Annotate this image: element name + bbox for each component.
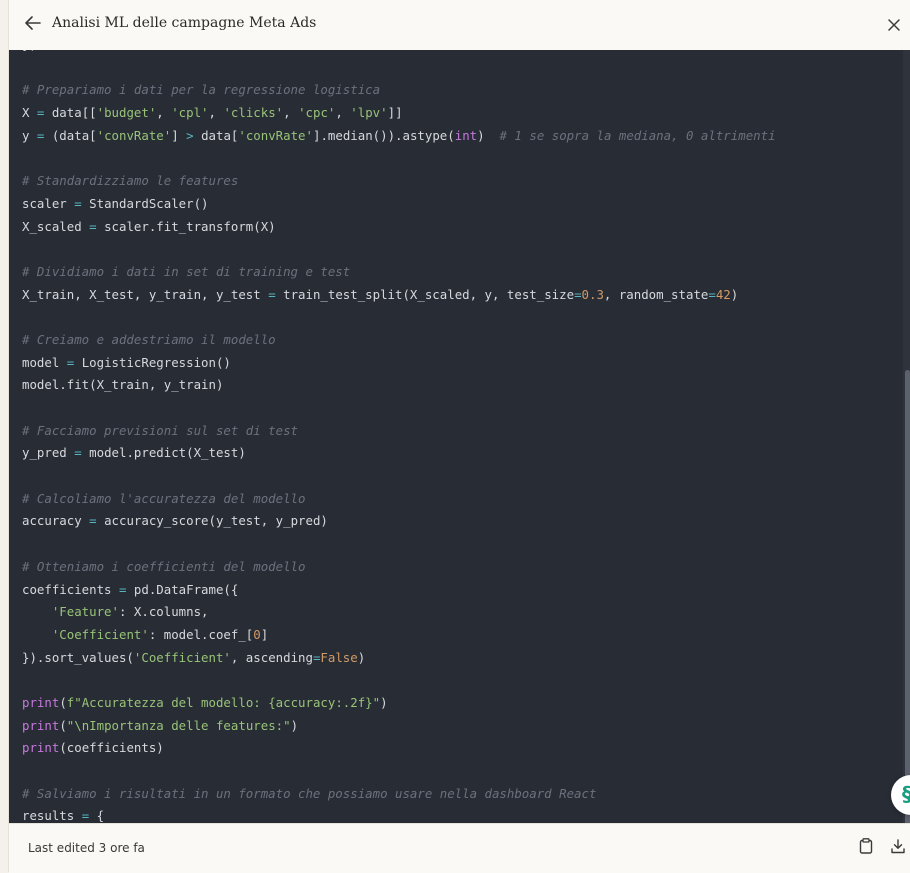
code-line: X_train, X_test, y_train, y_test = train… bbox=[22, 286, 739, 302]
code-line: # Prepariamo i dati per la regressione l… bbox=[22, 82, 381, 98]
artifact-title: Analisi ML delle campagne Meta Ads bbox=[52, 15, 317, 31]
arrow-left-icon bbox=[25, 15, 41, 35]
code-line: scaler = StandardScaler() bbox=[22, 195, 209, 211]
download-icon bbox=[891, 838, 905, 858]
code-line: # Facciamo previsioni sul set di test bbox=[22, 422, 299, 438]
code-line: # Standardizziamo le features bbox=[22, 173, 239, 189]
last-edited-label: Last edited 3 ore fa bbox=[28, 841, 145, 855]
code-line: ​ bbox=[22, 147, 776, 170]
code-line: X_scaled = scaler.fit_transform(X) bbox=[22, 218, 276, 234]
artifact-footer: Last edited 3 ore fa bbox=[9, 823, 910, 873]
code-line: model.fit(X_train, y_train) bbox=[22, 377, 224, 393]
back-button[interactable] bbox=[23, 14, 43, 36]
code-viewer[interactable]: })​# Prepariamo i dati per la regression… bbox=[9, 50, 910, 823]
code-line: # Otteniamo i coefficienti del modello bbox=[22, 558, 306, 574]
artifact-panel: Analisi ML delle campagne Meta Ads })​# … bbox=[8, 0, 910, 873]
claude-logo-icon: § bbox=[902, 782, 910, 806]
code-line: y = (data['convRate'] > data['convRate']… bbox=[22, 127, 776, 143]
code-line: ​ bbox=[22, 669, 776, 692]
code-line: results = { bbox=[22, 808, 105, 823]
copy-button[interactable] bbox=[855, 837, 877, 859]
code-line: ​ bbox=[22, 465, 776, 488]
code-line: # Creiamo e addestriamo il modello bbox=[22, 331, 276, 347]
download-button[interactable] bbox=[887, 837, 909, 859]
code-line: model = LogisticRegression() bbox=[22, 354, 231, 370]
code-line: ​ bbox=[22, 238, 776, 261]
code-line: # Salviamo i risultati in un formato che… bbox=[22, 785, 597, 801]
artifact-header: Analisi ML delle campagne Meta Ads bbox=[9, 0, 910, 51]
close-icon bbox=[888, 16, 900, 35]
code-line: ​ bbox=[22, 306, 776, 329]
code-line: ​ bbox=[22, 57, 776, 80]
code-line: ​ bbox=[22, 533, 776, 556]
code-line: coefficients = pd.DataFrame({ bbox=[22, 581, 239, 597]
code-line: y_pred = model.predict(X_test) bbox=[22, 445, 246, 461]
code-line: ​ bbox=[22, 760, 776, 783]
code-line: print("\nImportanza delle features:") bbox=[22, 717, 299, 733]
clipboard-icon bbox=[859, 838, 873, 858]
code-line: }) bbox=[22, 50, 776, 57]
code-line: accuracy = accuracy_score(y_test, y_pred… bbox=[22, 513, 328, 529]
code-line: }).sort_values('Coefficient', ascending=… bbox=[22, 649, 366, 665]
code-block: })​# Prepariamo i dati per la regression… bbox=[22, 50, 776, 823]
code-line: 'Coefficient': model.coef_[0] bbox=[51, 626, 269, 642]
code-line: print(coefficients) bbox=[22, 740, 164, 756]
code-scrollbar[interactable] bbox=[903, 50, 910, 850]
code-line: print(f"Accuratezza del modello: {accura… bbox=[22, 694, 388, 710]
code-line: 'Feature': X.columns, bbox=[51, 604, 209, 620]
code-line: ​ bbox=[22, 397, 776, 420]
code-line: # Dividiamo i dati in set di training e … bbox=[22, 263, 351, 279]
code-line: X = data[['budget', 'cpl', 'clicks', 'cp… bbox=[22, 105, 403, 121]
close-button[interactable] bbox=[883, 14, 905, 36]
code-line: # Calcoliamo l'accuratezza del modello bbox=[22, 490, 306, 506]
